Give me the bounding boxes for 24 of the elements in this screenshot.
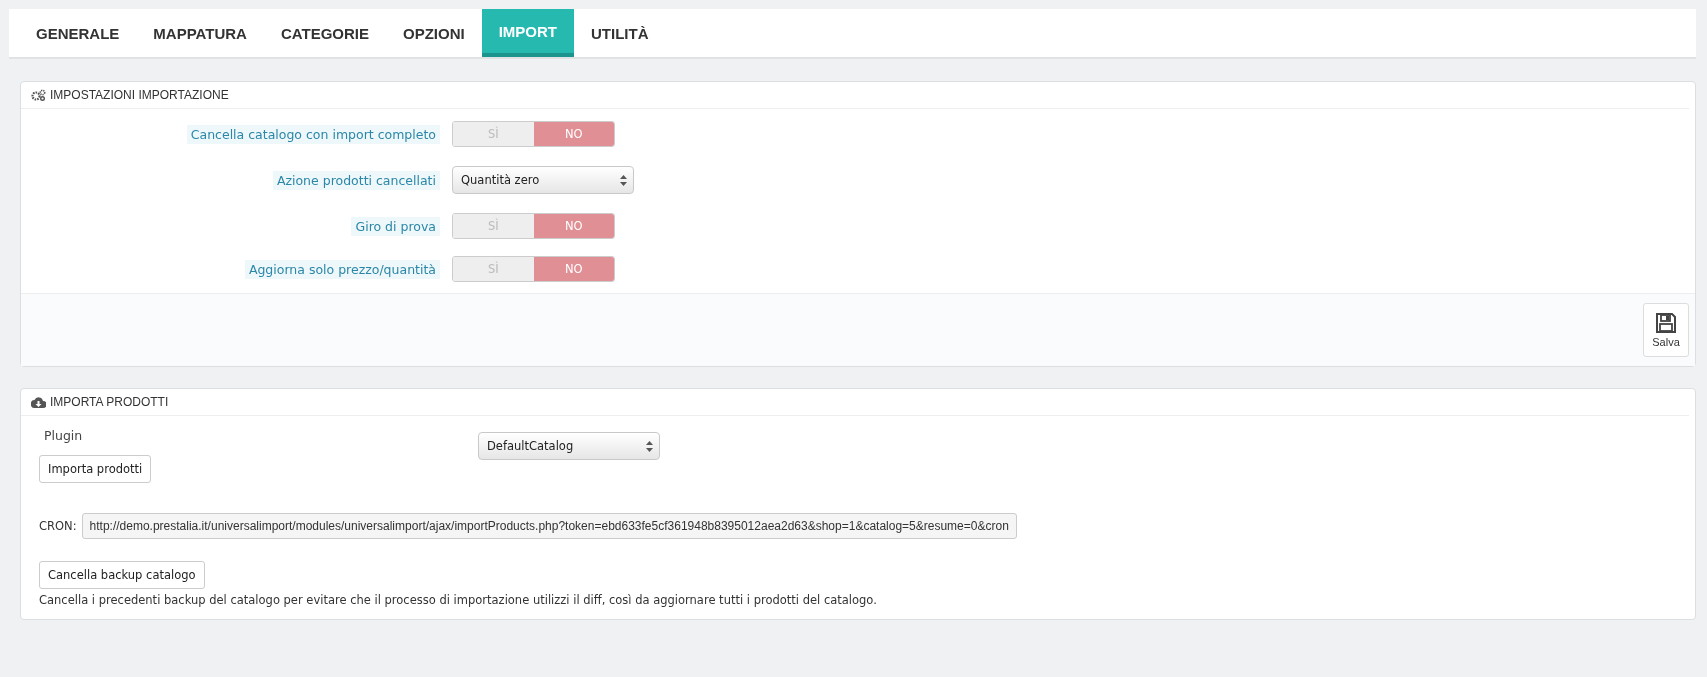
tab[interactable]: OPZIONI: [386, 9, 482, 57]
tab[interactable]: MAPPATURA: [136, 9, 264, 57]
field-label: Aggiorna solo prezzo/quantità: [244, 259, 440, 279]
cron-url-field[interactable]: http://demo.prestalia.it/universalimport/modules/universalimport/ajax/importProducts.php?token=ebd633fe5cf361948b8395012aea2d63&shop=1&catalog=5&resume=0&cron: [81, 513, 1017, 539]
delete-backup-button[interactable]: Cancella backup catalogo: [39, 561, 205, 589]
panel-title: IMPOSTAZIONI IMPORTAZIONE: [50, 88, 229, 102]
updown-arrows-icon: [646, 441, 653, 452]
help-text: Cancella i precedenti backup del catalogo per evitare che il processo di importazione utilizzi il diff, così da aggiornare tutti i prodotti del catalogo.: [39, 593, 878, 607]
updown-arrows-icon: [620, 175, 627, 186]
tab[interactable]: CATEGORIE: [263, 9, 386, 57]
plugin-label: Plugin: [43, 428, 84, 445]
field-label: Azione prodotti cancellati: [272, 170, 440, 190]
cron-label: CRON:: [39, 519, 77, 533]
plugin-select[interactable]: DefaultCatalog: [478, 432, 660, 460]
tab[interactable]: UTILITÀ: [574, 9, 666, 57]
gears-icon: [31, 89, 46, 101]
panel-title: IMPORTA PRODOTTI: [50, 395, 169, 409]
import-products-button[interactable]: Importa prodotti: [39, 455, 152, 483]
cloud-download-icon: [31, 396, 46, 408]
field-label: Cancella catalogo con import completo: [186, 124, 440, 144]
select-dropdown[interactable]: Quantità zero: [452, 166, 634, 194]
save-button[interactable]: Salva: [1643, 303, 1689, 357]
field-label: Giro di prova: [351, 216, 440, 236]
tab[interactable]: GENERALE: [19, 9, 137, 57]
